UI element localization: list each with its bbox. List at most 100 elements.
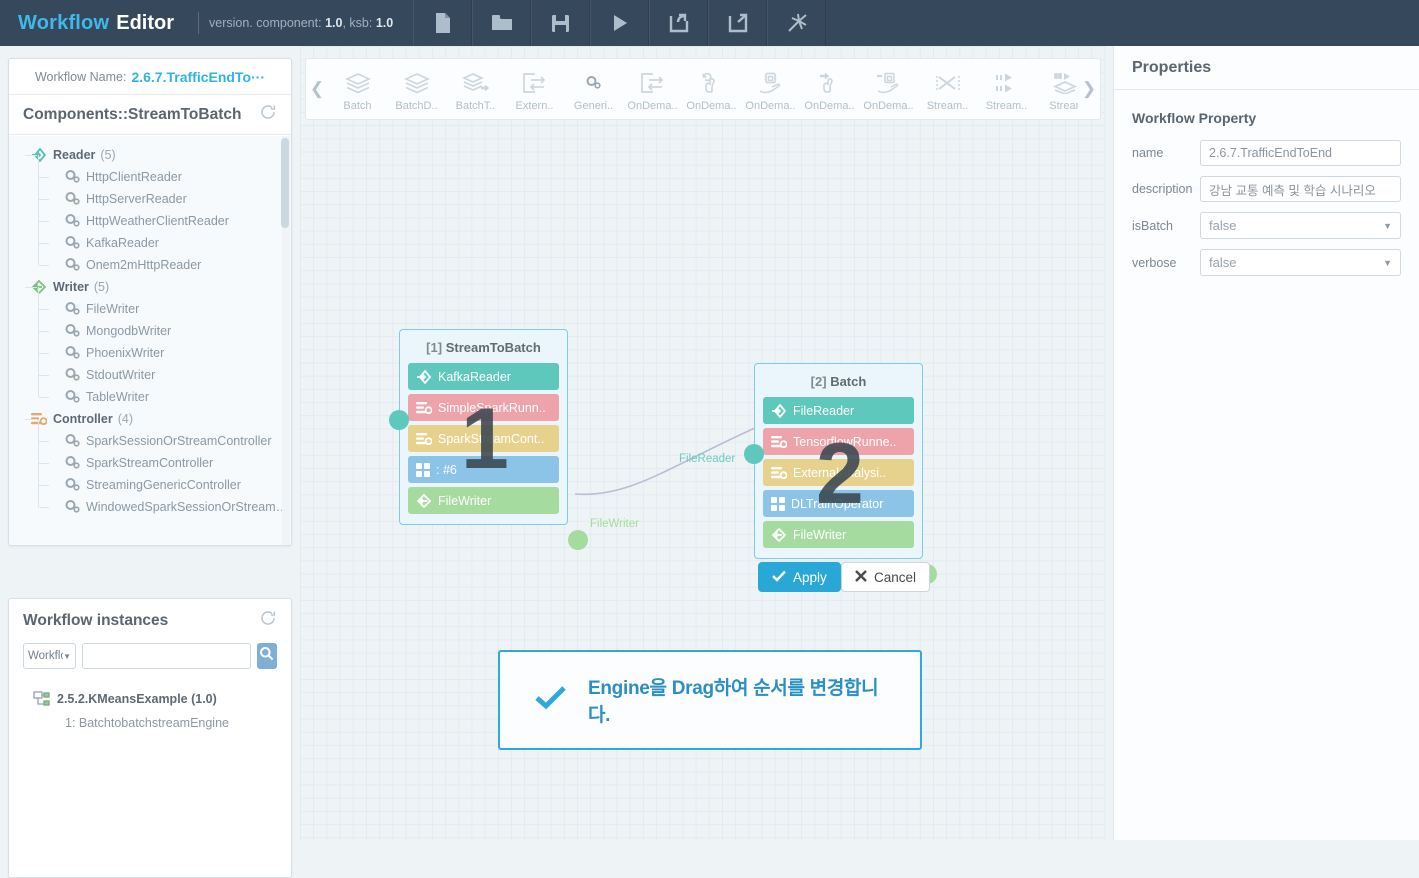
- tree-item-stdoutwriter[interactable]: StdoutWriter: [9, 353, 291, 386]
- node-row[interactable]: SimpleSparkRunn..: [408, 394, 559, 421]
- node-1-output-port[interactable]: [568, 530, 588, 550]
- tree-item-httpserverreader[interactable]: HttpServerReader: [9, 177, 291, 210]
- tree-item-httpclientreader[interactable]: HttpClientReader: [9, 155, 291, 188]
- node-row[interactable]: FileWriter: [763, 521, 914, 548]
- tree-group-count: (4): [117, 412, 134, 426]
- magic-wand-button[interactable]: [767, 0, 827, 46]
- tree-item-httpweatherclientreader[interactable]: HttpWeatherClientReader: [9, 199, 291, 232]
- open-folder-button[interactable]: [472, 0, 532, 46]
- workflow-node-2[interactable]: [2] Batch FileReader TensorflowRunne.. Ext…: [754, 363, 923, 559]
- palette-item-label: Generi..: [573, 99, 614, 112]
- run-button[interactable]: [590, 0, 650, 46]
- controller-icon: [416, 401, 432, 415]
- instances-filter-value: Workflow I: [28, 650, 63, 662]
- palette-prev-button[interactable]: ❮: [306, 79, 328, 99]
- palette-item-5[interactable]: OnDema..: [623, 67, 682, 112]
- instances-search-button[interactable]: [256, 643, 277, 669]
- workflow-instance-icon: [33, 690, 51, 708]
- cross-arrows-icon: [935, 69, 961, 97]
- tree-item-windowedsparksessionorstream-[interactable]: WindowedSparkSessionOrStream…: [9, 485, 291, 518]
- chevron-down-icon: ▼: [1383, 220, 1392, 231]
- refresh-icon[interactable]: [260, 610, 277, 632]
- tree-item-kafkareader[interactable]: KafkaReader: [9, 221, 291, 254]
- tree-group-reader[interactable]: Reader (5): [9, 144, 291, 166]
- node-row[interactable]: : #6: [408, 456, 559, 483]
- tree-item-streaminggenericcontroller[interactable]: StreamingGenericController: [9, 463, 291, 496]
- palette-item-1[interactable]: BatchD..: [387, 67, 446, 112]
- node-row[interactable]: FileWriter: [408, 487, 559, 514]
- palette-item-6[interactable]: OnDema..: [682, 67, 741, 112]
- palette-item-11[interactable]: Stream..: [977, 67, 1036, 112]
- components-panel: Workflow Name: 2.6.7.TrafficEndTo··· Com…: [8, 58, 292, 546]
- palette-item-label: Extern..: [515, 99, 554, 112]
- instances-search-input[interactable]: [81, 643, 251, 669]
- box-arrow-icon: [522, 69, 547, 97]
- instances-filter-select[interactable]: Workflow I ▼: [23, 643, 76, 669]
- tree-item-sparkstreamcontroller[interactable]: SparkStreamController: [9, 441, 291, 474]
- node-1-input-port[interactable]: [389, 410, 409, 430]
- palette-next-button[interactable]: ❯: [1078, 79, 1100, 99]
- tree-item-tablewriter[interactable]: TableWriter: [9, 375, 291, 408]
- instance-row[interactable]: 2.5.2.KMeansExample (1.0): [9, 687, 291, 711]
- node-row[interactable]: ExternalAnalysi..: [763, 459, 914, 486]
- tree-scrollbar-track[interactable]: [281, 136, 290, 545]
- node-row[interactable]: FileReader: [763, 397, 914, 424]
- property-select-isBatch[interactable]: false ▼: [1200, 212, 1401, 239]
- tree-group-label: Reader: [53, 148, 96, 162]
- new-file-button[interactable]: [413, 0, 473, 46]
- node-2-input-port[interactable]: [744, 444, 764, 464]
- refresh-icon[interactable]: [260, 104, 277, 126]
- node-2-title: [2] Batch: [763, 370, 914, 397]
- info-banner: Engine을 Drag하여 순서를 변경합니다.: [498, 650, 922, 750]
- property-row-name: name 2.6.7.TrafficEndToEnd: [1114, 140, 1419, 166]
- instance-label: 2.5.2.KMeansExample (1.0): [57, 692, 217, 706]
- chevron-down-icon: ▼: [1383, 257, 1392, 268]
- tree-item-label: FileWriter: [86, 302, 140, 316]
- node-row[interactable]: TensorflowRunne..: [763, 428, 914, 455]
- import-button[interactable]: [649, 0, 709, 46]
- palette-item-10[interactable]: Stream..: [918, 67, 977, 112]
- components-tree-scroll[interactable]: Reader (5) HttpClientReader HttpServerReade…: [9, 136, 291, 545]
- export-icon: [727, 12, 749, 34]
- tree-item-filewriter[interactable]: FileWriter: [9, 287, 291, 320]
- apply-button[interactable]: Apply: [758, 562, 841, 592]
- palette-item-2[interactable]: BatchT..: [446, 67, 505, 112]
- palette-item-3[interactable]: Extern..: [505, 67, 564, 112]
- palette-item-0[interactable]: Batch: [328, 67, 387, 112]
- properties-fields: name 2.6.7.TrafficEndToEnd description 강남 교…: [1114, 140, 1419, 276]
- palette-item-4[interactable]: Generi..: [564, 67, 623, 112]
- palette-item-label: Batch: [343, 99, 372, 112]
- palette-item-label: OnDema..: [804, 99, 855, 112]
- export-button[interactable]: [708, 0, 768, 46]
- app-brand: Workflow Editor: [0, 12, 188, 35]
- tree-item-onem2mhttpreader[interactable]: Onem2mHttpReader: [9, 243, 291, 276]
- node-row[interactable]: SparkStreamCont..: [408, 425, 559, 452]
- properties-section-title: Workflow Property: [1132, 110, 1257, 126]
- tree-scrollbar-thumb[interactable]: [281, 138, 289, 228]
- node-row[interactable]: KafkaReader: [408, 363, 559, 390]
- workflow-name-value[interactable]: 2.6.7.TrafficEndTo···: [131, 69, 265, 85]
- property-input-name[interactable]: 2.6.7.TrafficEndToEnd: [1200, 140, 1401, 166]
- version-component: 1.0: [325, 16, 343, 30]
- property-input-description[interactable]: 강남 교통 예측 및 학습 시나리오: [1200, 176, 1401, 202]
- palette-item-12[interactable]: Strean: [1036, 67, 1078, 112]
- palette-item-7[interactable]: OnDema..: [741, 67, 800, 112]
- cancel-button[interactable]: Cancel: [841, 562, 931, 592]
- palette-item-8[interactable]: OnDema..: [800, 67, 859, 112]
- palette-item-9[interactable]: OnDema..: [859, 67, 918, 112]
- property-select-verbose[interactable]: false ▼: [1200, 249, 1401, 276]
- tree-item-phoenixwriter[interactable]: PhoenixWriter: [9, 331, 291, 364]
- workflow-node-1[interactable]: [1] StreamToBatch KafkaReader SimpleSpark…: [399, 329, 568, 525]
- node-row-label: KafkaReader: [438, 369, 511, 384]
- arrows-right-icon: [994, 69, 1020, 97]
- tree-item-mongodbwriter[interactable]: MongodbWriter: [9, 309, 291, 342]
- instance-child-row[interactable]: 1: BatchtobatchstreamEngine: [9, 711, 291, 735]
- node-row[interactable]: DLTrainOperator: [763, 490, 914, 517]
- tree-item-sparksessionorstreamcontroller[interactable]: SparkSessionOrStreamController: [9, 419, 291, 452]
- tree-group-writer[interactable]: Writer (5): [9, 276, 291, 298]
- tree-group-controller[interactable]: Controller (4): [9, 408, 291, 430]
- save-button[interactable]: [531, 0, 591, 46]
- workflow-canvas[interactable]: ❮ Batch BatchD.. BatchT.. Extern.. Generi.. O…: [300, 46, 1106, 840]
- property-value: false: [1209, 255, 1237, 270]
- gears-icon: [65, 192, 80, 206]
